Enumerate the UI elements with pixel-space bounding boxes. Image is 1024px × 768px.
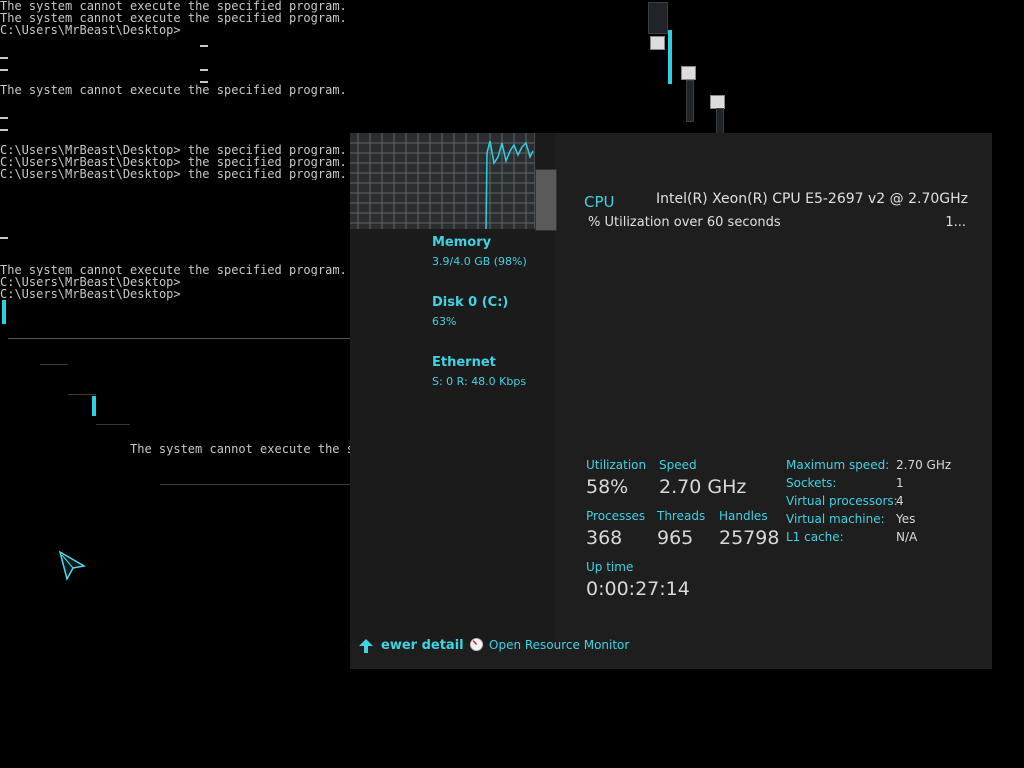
detail-value: 1 xyxy=(896,476,904,490)
detail-label: Virtual processors: xyxy=(786,494,898,508)
fewer-details-arrow-icon[interactable] xyxy=(358,638,374,654)
stat-uptime: Up time 0:00:27:14 xyxy=(586,560,690,600)
sidebar-item-value: 3.9/4.0 GB (98%) xyxy=(432,255,527,268)
minimize-icon[interactable] xyxy=(710,95,725,109)
window-fragment xyxy=(716,108,724,134)
cpu-model-name: Intel(R) Xeon(R) CPU E5-2697 v2 @ 2.70GH… xyxy=(656,191,968,207)
console-cursor xyxy=(0,129,8,131)
cpu-graph-thumbnail[interactable] xyxy=(350,133,535,229)
console-line: C:\Users\MrBeast\Desktop> the specified … xyxy=(0,144,347,156)
stat-value: 25798 xyxy=(719,527,780,549)
graph-max-label: 1... xyxy=(945,215,966,230)
stat-label: Speed xyxy=(659,458,697,472)
stat-speed: Speed 2.70 GHz xyxy=(659,458,746,498)
sidebar-item-value: S: 0 R: 48.0 Kbps xyxy=(432,375,527,388)
stat-label: Utilization xyxy=(586,458,647,472)
graph-caption: % Utilization over 60 seconds xyxy=(588,215,781,230)
stat-value: 965 xyxy=(657,527,694,549)
cpu-graph-svg xyxy=(350,133,534,229)
detail-value: N/A xyxy=(896,530,918,544)
mouse-cursor-icon xyxy=(58,550,86,582)
divider xyxy=(160,484,352,485)
console-prompt: C:\Users\MrBeast\Desktop> xyxy=(0,23,181,37)
console-line: C:\Users\MrBeast\Desktop> the specified … xyxy=(0,156,347,168)
minimize-icon[interactable] xyxy=(681,66,696,80)
open-resource-monitor-link[interactable]: Open Resource Monitor xyxy=(489,638,629,652)
graph-scrollbar[interactable] xyxy=(535,169,557,231)
window-accent xyxy=(92,396,96,416)
stat-label: Up time xyxy=(586,560,634,574)
console-cursor xyxy=(0,117,8,119)
stat-value: 368 xyxy=(586,527,623,549)
sidebar-item-value: 63% xyxy=(432,315,457,328)
detail-label: Maximum speed: xyxy=(786,458,890,472)
stat-value: 0:00:27:14 xyxy=(586,578,690,600)
console-prompt: C:\Users\MrBeast\Desktop> xyxy=(0,287,181,301)
divider xyxy=(68,394,96,395)
stat-processes: Processes 368 xyxy=(586,509,645,549)
sidebar-item-label: Memory xyxy=(432,235,492,250)
detail-label: Virtual machine: xyxy=(786,512,885,526)
detail-label: Sockets: xyxy=(786,476,837,490)
stat-value: 58% xyxy=(586,476,629,498)
detail-label: L1 cache: xyxy=(786,530,844,544)
stat-handles: Handles 25798 xyxy=(719,509,779,549)
console-cursor xyxy=(0,69,8,71)
detail-value: 4 xyxy=(896,494,904,508)
console-cursor xyxy=(200,69,208,71)
console-line: C:\Users\MrBeast\Desktop> the specified … xyxy=(0,168,347,180)
console-cursor xyxy=(200,45,208,47)
stat-label: Threads xyxy=(657,509,706,523)
stat-label: Handles xyxy=(719,509,768,523)
window-accent xyxy=(2,300,6,324)
console-cursor xyxy=(0,237,8,239)
task-manager-performance-panel: Memory 3.9/4.0 GB (98%) Disk 0 (C:) 63% … xyxy=(350,133,992,669)
stat-value: 2.70 GHz xyxy=(659,476,747,498)
cpu-heading: CPU xyxy=(584,193,615,211)
stat-threads: Threads 965 xyxy=(657,509,705,549)
window-fragment xyxy=(686,80,694,122)
minimize-icon[interactable] xyxy=(650,36,665,50)
console-bottom-border xyxy=(8,338,353,339)
resource-monitor-icon[interactable] xyxy=(469,637,484,652)
sidebar-item-memory[interactable]: Memory 3.9/4.0 GB (98%) xyxy=(432,235,527,268)
stat-utilization: Utilization 58% xyxy=(586,458,646,498)
fewer-details-link[interactable]: ewer detail xyxy=(381,638,464,653)
sidebar-item-label: Ethernet xyxy=(432,355,496,370)
stat-label: Processes xyxy=(586,509,646,523)
detail-value: 2.70 GHz xyxy=(896,458,952,472)
sidebar-item-ethernet[interactable]: Ethernet S: 0 R: 48.0 Kbps xyxy=(432,355,526,388)
divider xyxy=(96,424,130,425)
window-accent xyxy=(668,30,672,84)
detail-value: Yes xyxy=(896,512,916,526)
sidebar-item-label: Disk 0 (C:) xyxy=(432,295,509,310)
console-line: The system cannot execute the specified … xyxy=(0,83,347,97)
sidebar-item-disk[interactable]: Disk 0 (C:) 63% xyxy=(432,295,508,328)
window-fragment xyxy=(648,2,668,34)
console-cursor xyxy=(0,57,8,59)
divider xyxy=(40,364,68,365)
console-ghost-text: The system cannot execute the specified … xyxy=(130,442,352,456)
